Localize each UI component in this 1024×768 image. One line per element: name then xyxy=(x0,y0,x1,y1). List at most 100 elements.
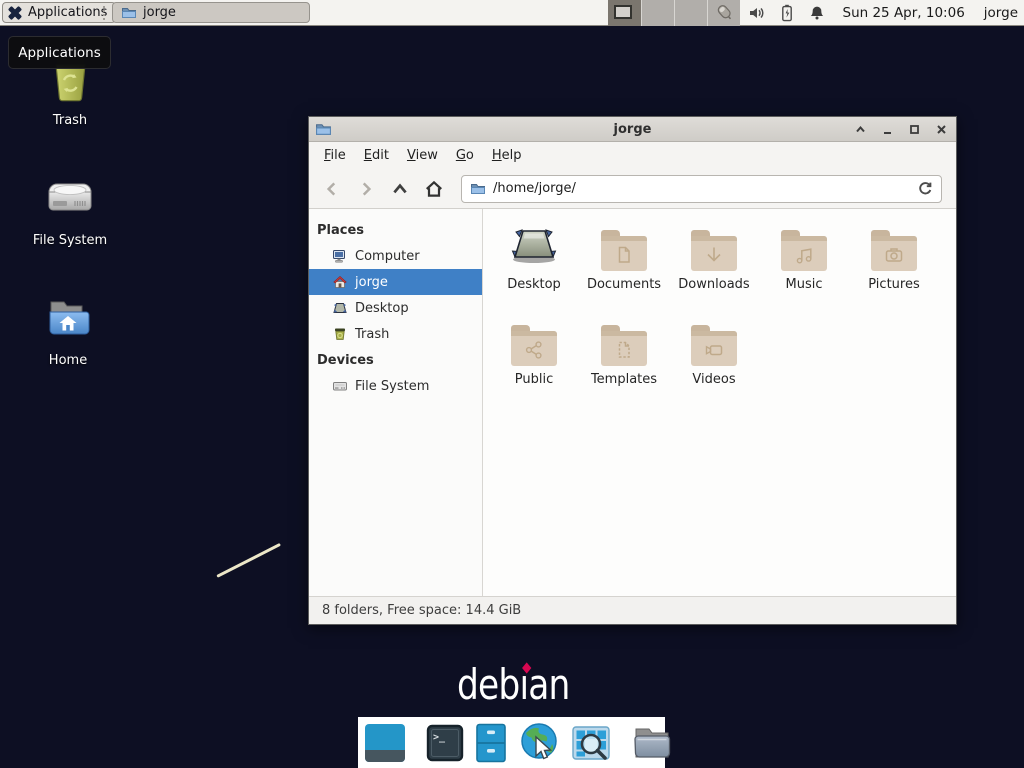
battery-icon[interactable] xyxy=(779,4,795,22)
desktop-special-icon xyxy=(509,223,559,271)
folder-icon xyxy=(601,236,647,271)
home-folder-icon xyxy=(42,294,94,348)
file-manager-window: jorge File Edit View Go Help xyxy=(308,116,957,625)
sidebar-header-devices: Devices xyxy=(309,347,482,373)
session-user-button[interactable]: jorge xyxy=(984,5,1018,21)
sidebar-item-label: File System xyxy=(355,379,429,394)
file-item-public[interactable]: Public xyxy=(489,314,579,409)
path-input[interactable] xyxy=(493,181,910,196)
file-item-label: Downloads xyxy=(678,277,749,292)
trash-mini-icon xyxy=(332,326,348,342)
panel-handle[interactable] xyxy=(103,6,108,20)
file-item-videos[interactable]: Videos xyxy=(669,314,759,409)
application-finder-icon[interactable] xyxy=(570,723,612,763)
sidebar-item-desktop[interactable]: Desktop xyxy=(309,295,482,321)
system-tray: Sun 25 Apr, 10:06 jorge xyxy=(715,0,1024,26)
stray-line-artifact xyxy=(216,543,281,578)
sidebar-item-jorge[interactable]: jorge xyxy=(309,269,482,295)
applications-tooltip: Applications xyxy=(8,36,111,69)
menubar: File Edit View Go Help xyxy=(309,142,956,169)
file-item-label: Music xyxy=(786,277,823,292)
folder-icon xyxy=(691,331,737,366)
clock[interactable]: Sun 25 Apr, 10:06 xyxy=(843,5,965,21)
terminal-icon[interactable]: >_ xyxy=(425,723,465,763)
window-titlebar[interactable]: jorge xyxy=(309,117,956,142)
taskbar-window-button[interactable]: jorge xyxy=(112,2,310,23)
file-item-label: Public xyxy=(515,372,553,387)
applications-menu-button[interactable]: Applications xyxy=(2,2,116,23)
file-item-downloads[interactable]: Downloads xyxy=(669,219,759,314)
file-manager-icon[interactable] xyxy=(630,722,674,764)
hard-drive-icon xyxy=(44,174,96,228)
sidebar-item-label: Trash xyxy=(355,327,389,342)
folder-icon xyxy=(871,236,917,271)
top-panel: Applications jorge Sun 25 Apr, 10:06 jor… xyxy=(0,0,1024,26)
folder-icon xyxy=(691,236,737,271)
workspace-2[interactable] xyxy=(641,0,674,26)
file-item-desktop[interactable]: Desktop xyxy=(489,219,579,314)
sidebar-item-label: jorge xyxy=(355,275,388,290)
taskbar-window-label: jorge xyxy=(143,5,176,20)
bell-icon[interactable] xyxy=(808,4,826,22)
reload-icon[interactable] xyxy=(917,181,933,197)
menu-go[interactable]: Go xyxy=(447,145,483,166)
sidebar-header-places: Places xyxy=(309,217,482,243)
path-bar[interactable] xyxy=(461,175,942,203)
forward-button[interactable] xyxy=(351,174,381,204)
file-item-pictures[interactable]: Pictures xyxy=(849,219,939,314)
file-cabinet-icon[interactable] xyxy=(474,722,508,764)
file-item-label: Documents xyxy=(587,277,661,292)
shade-button[interactable] xyxy=(851,120,869,138)
desktop-icon-label: Trash xyxy=(53,113,87,128)
folder-icon xyxy=(781,236,827,271)
desktop-icon-file-system[interactable]: File System xyxy=(18,174,122,248)
dock: >_ xyxy=(358,717,665,768)
up-button[interactable] xyxy=(385,174,415,204)
applications-menu-label: Applications xyxy=(28,5,107,20)
menu-view[interactable]: View xyxy=(398,145,447,166)
applications-icon xyxy=(7,5,23,21)
file-item-documents[interactable]: Documents xyxy=(579,219,669,314)
statusbar: 8 folders, Free space: 14.4 GiB xyxy=(309,596,956,624)
mouse-icon[interactable] xyxy=(715,4,735,22)
minimize-button[interactable] xyxy=(878,120,896,138)
back-button[interactable] xyxy=(317,174,347,204)
file-item-label: Pictures xyxy=(868,277,919,292)
file-item-label: Desktop xyxy=(507,277,561,292)
house-icon xyxy=(332,274,348,290)
menu-edit[interactable]: Edit xyxy=(355,145,398,166)
sidebar: Places Computer jorge Desktop xyxy=(309,209,483,596)
logo-text: deb xyxy=(457,660,519,709)
drive-mini-icon xyxy=(332,378,348,394)
menu-help[interactable]: Help xyxy=(483,145,531,166)
svg-text:>_: >_ xyxy=(433,732,446,743)
desktop-icon-home[interactable]: Home xyxy=(16,294,120,368)
status-text: 8 folders, Free space: 14.4 GiB xyxy=(322,603,521,618)
menu-file[interactable]: File xyxy=(315,145,355,166)
file-list[interactable]: Desktop Documents Downloads Music xyxy=(483,209,956,596)
volume-icon[interactable] xyxy=(748,4,766,22)
logo-text: an xyxy=(528,660,569,709)
folder-icon xyxy=(511,331,557,366)
web-browser-icon[interactable] xyxy=(517,721,561,765)
home-button[interactable] xyxy=(419,174,449,204)
sidebar-item-trash[interactable]: Trash xyxy=(309,321,482,347)
folder-icon xyxy=(601,331,647,366)
show-desktop-icon[interactable] xyxy=(363,722,407,764)
folder-icon xyxy=(121,5,137,21)
workspace-3[interactable] xyxy=(674,0,707,26)
desktop-icon-label: Home xyxy=(49,353,87,368)
file-item-label: Templates xyxy=(591,372,657,387)
sidebar-item-computer[interactable]: Computer xyxy=(309,243,482,269)
workspace-1[interactable] xyxy=(608,0,641,26)
sidebar-item-label: Computer xyxy=(355,249,420,264)
sidebar-item-file-system[interactable]: File System xyxy=(309,373,482,399)
computer-icon xyxy=(332,248,348,264)
file-item-label: Videos xyxy=(692,372,735,387)
file-item-music[interactable]: Music xyxy=(759,219,849,314)
close-button[interactable] xyxy=(932,120,950,138)
path-folder-icon xyxy=(470,181,486,197)
maximize-button[interactable] xyxy=(905,120,923,138)
workspace-window-preview xyxy=(614,5,632,19)
file-item-templates[interactable]: Templates xyxy=(579,314,669,409)
